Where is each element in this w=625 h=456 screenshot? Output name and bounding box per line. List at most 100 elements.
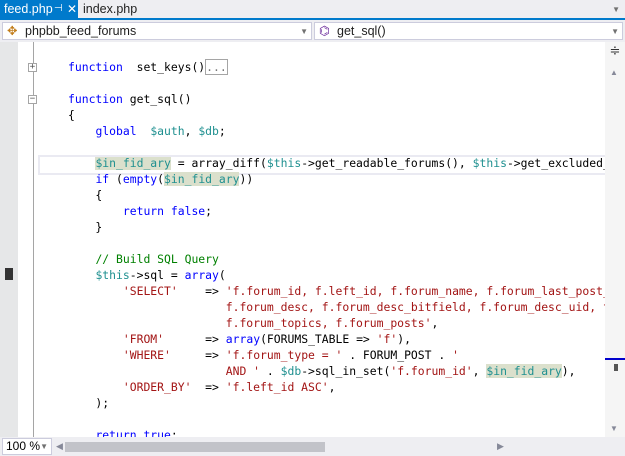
code-token: . FORUM_POST . bbox=[342, 348, 453, 362]
tab-index-php[interactable]: index.php bbox=[79, 0, 141, 18]
code-editor[interactable]: + − function set_keys()... function get_s… bbox=[0, 42, 605, 437]
indicator-margin[interactable] bbox=[0, 42, 18, 437]
code-token: => bbox=[164, 332, 226, 346]
chevron-down-icon[interactable]: ▼ bbox=[40, 439, 48, 454]
code-token: $this bbox=[95, 268, 130, 282]
code-token: ( bbox=[109, 172, 123, 186]
code-token: $db bbox=[198, 124, 219, 138]
scroll-down-icon[interactable]: ▼ bbox=[610, 424, 618, 433]
code-line[interactable]: if (empty($in_fid_ary)) bbox=[68, 171, 605, 187]
code-token: , bbox=[184, 124, 199, 138]
code-text[interactable]: function set_keys()... function get_sql()… bbox=[38, 59, 605, 437]
code-line[interactable]: // Build SQL Query bbox=[68, 251, 605, 267]
scroll-up-icon[interactable]: ▲ bbox=[610, 68, 618, 77]
code-token: (FORUMS_TABLE => bbox=[260, 332, 377, 346]
code-line[interactable]: function get_sql() bbox=[68, 91, 605, 107]
code-token: ->sql = bbox=[129, 268, 185, 282]
vertical-scrollbar[interactable]: ≑ ▲ ▼ bbox=[605, 42, 625, 437]
collapsed-region-button[interactable]: ... bbox=[205, 59, 228, 75]
document-tab-bar: feed.php ⊣ ✕ index.php ▼ bbox=[0, 0, 625, 20]
member-dropdown[interactable]: ⌬ get_sql() ▼ bbox=[314, 22, 623, 40]
horizontal-scroll-thumb[interactable] bbox=[65, 442, 325, 452]
code-token: ; bbox=[218, 124, 226, 138]
code-line[interactable] bbox=[68, 411, 605, 427]
collapse-icon[interactable]: − bbox=[28, 95, 37, 104]
code-token: ), bbox=[397, 332, 411, 346]
close-icon[interactable]: ✕ bbox=[67, 0, 77, 18]
code-line[interactable]: ); bbox=[68, 395, 605, 411]
code-line[interactable]: f.forum_desc, f.forum_desc_bitfield, f.f… bbox=[68, 299, 605, 315]
code-line[interactable]: f.forum_topics, f.forum_posts', bbox=[68, 315, 605, 331]
code-line[interactable]: $this->sql = array( bbox=[68, 267, 605, 283]
code-line[interactable] bbox=[68, 235, 605, 251]
tab-feed-php[interactable]: feed.php ⊣ ✕ bbox=[0, 0, 78, 18]
expand-icon[interactable]: + bbox=[28, 63, 37, 72]
navigation-bar: ✥ phpbb_feed_forums ▼ ⌬ get_sql() ▼ bbox=[0, 20, 625, 41]
code-line[interactable]: return true; bbox=[68, 427, 605, 437]
class-dropdown[interactable]: ✥ phpbb_feed_forums ▼ bbox=[2, 22, 312, 40]
code-token: )) bbox=[239, 172, 254, 186]
code-token: ' bbox=[452, 348, 459, 362]
code-line[interactable] bbox=[68, 139, 605, 155]
scroll-right-icon[interactable]: ▶ bbox=[497, 441, 504, 452]
code-line[interactable]: { bbox=[68, 187, 605, 203]
code-token: . bbox=[260, 364, 281, 378]
code-token: $in_fid_ary bbox=[164, 172, 240, 186]
code-token: ->get_excluded_forums()); bbox=[506, 156, 605, 170]
code-line[interactable]: } bbox=[68, 219, 605, 235]
code-line[interactable]: $in_fid_ary = array_diff($this->get_read… bbox=[38, 155, 605, 175]
code-line[interactable]: global $auth, $db; bbox=[68, 123, 605, 139]
code-line[interactable]: 'FROM' => array(FORUMS_TABLE => 'f'), bbox=[68, 331, 605, 347]
pin-icon[interactable]: ⊣ bbox=[54, 0, 63, 18]
scroll-left-icon[interactable]: ◀ bbox=[56, 441, 63, 452]
code-token: ; bbox=[205, 204, 213, 218]
code-token: ); bbox=[68, 396, 110, 410]
caret-position-marker bbox=[605, 358, 625, 360]
code-token: $in_fid_ary bbox=[95, 156, 171, 170]
zoom-dropdown[interactable]: 100 % ▼ bbox=[2, 438, 52, 455]
code-token: $db bbox=[280, 364, 302, 378]
code-line[interactable]: 'SELECT' => 'f.forum_id, f.left_id, f.fo… bbox=[68, 283, 605, 299]
chevron-down-icon[interactable]: ▼ bbox=[300, 24, 308, 40]
code-token: 'f.left_id ASC' bbox=[225, 380, 329, 394]
tab-label: feed.php bbox=[4, 2, 53, 16]
code-token: f.forum_desc, f.forum_desc_bitfield, f.f… bbox=[225, 300, 605, 314]
code-line[interactable]: function set_keys()... bbox=[68, 59, 605, 75]
code-line[interactable]: return false; bbox=[68, 203, 605, 219]
code-token: return true bbox=[95, 428, 171, 437]
code-line[interactable]: 'WHERE' => 'f.forum_type = ' . FORUM_POS… bbox=[68, 347, 605, 363]
code-token: ->get_readable_forums(), bbox=[301, 156, 473, 170]
code-token: f.forum_topics, f.forum_posts' bbox=[225, 316, 432, 330]
splitter-icon[interactable]: ≑ bbox=[607, 44, 623, 60]
code-token: global bbox=[95, 124, 137, 138]
code-token: array bbox=[225, 332, 261, 346]
code-token: function bbox=[68, 60, 123, 74]
code-line[interactable]: AND ' . $db->sql_in_set('f.forum_id', $i… bbox=[68, 363, 605, 379]
code-token: { bbox=[68, 188, 103, 202]
code-token: 'f' bbox=[376, 332, 398, 346]
zoom-level: 100 % bbox=[6, 439, 41, 453]
code-token: 'WHERE' bbox=[122, 348, 171, 362]
tab-overflow-dropdown-icon[interactable]: ▼ bbox=[612, 5, 620, 14]
code-token: ->sql_in_set( bbox=[301, 364, 391, 378]
scroll-thumb[interactable] bbox=[614, 364, 618, 371]
bookmark-icon[interactable] bbox=[5, 268, 13, 280]
code-line[interactable]: { bbox=[68, 107, 605, 123]
code-line[interactable]: 'ORDER_BY' => 'f.left_id ASC', bbox=[68, 379, 605, 395]
code-token: // Build SQL Query bbox=[95, 252, 219, 266]
chevron-down-icon[interactable]: ▼ bbox=[611, 24, 619, 40]
code-token: 'f.forum_type = ' bbox=[225, 348, 343, 362]
code-token: { bbox=[68, 108, 75, 122]
code-token: ; bbox=[170, 428, 178, 437]
code-line[interactable] bbox=[68, 75, 605, 91]
